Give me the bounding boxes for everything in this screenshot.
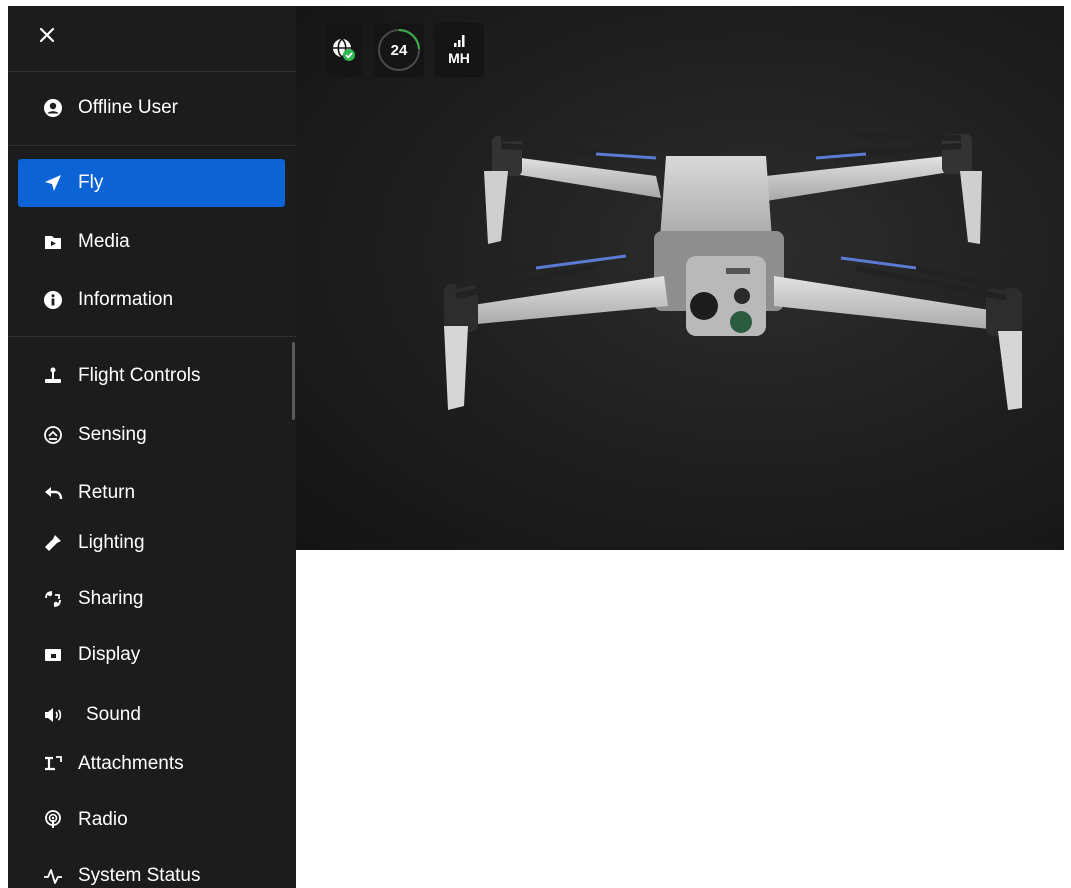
scrollbar-thumb[interactable]	[292, 342, 295, 420]
flashlight-icon	[42, 532, 64, 554]
divider	[8, 145, 296, 146]
menu-item-media-label: Media	[78, 231, 130, 252]
menu-item-display-label: Display	[78, 644, 141, 665]
drone-image	[444, 131, 1022, 410]
menu-item-sound[interactable]: Sound	[18, 691, 285, 739]
joystick-icon	[42, 365, 64, 387]
menu-item-system-status[interactable]: System Status	[18, 852, 285, 888]
display-icon	[42, 644, 64, 666]
user-circle-icon	[42, 97, 64, 119]
menu-item-fly-label: Fly	[78, 172, 104, 193]
menu-item-lighting-label: Lighting	[78, 532, 145, 553]
media-icon	[42, 231, 64, 253]
close-icon	[39, 27, 55, 43]
offline-user-item[interactable]: Offline User	[18, 84, 285, 132]
attachment-icon	[42, 753, 64, 775]
drone-view: 24 MH	[296, 6, 1064, 550]
return-arrow-icon	[42, 482, 64, 504]
menu-item-media[interactable]: Media	[18, 218, 285, 266]
close-button[interactable]	[34, 22, 60, 48]
menu-item-sensing-label: Sensing	[78, 424, 147, 445]
menu-item-flight-controls[interactable]: Flight Controls	[18, 352, 285, 400]
menu-item-return-label: Return	[78, 482, 136, 503]
menu-item-system-status-label: System Status	[78, 865, 201, 886]
menu-item-radio-label: Radio	[78, 809, 128, 830]
radio-icon	[42, 809, 64, 831]
menu-item-information[interactable]: Information	[18, 276, 285, 324]
sensing-icon	[42, 424, 64, 446]
menu-item-sharing-label: Sharing	[78, 588, 144, 609]
menu-item-information-label: Information	[78, 289, 174, 310]
side-menu: Offline User Fly Media Information Fligh…	[8, 6, 296, 888]
menu-item-fly[interactable]: Fly	[18, 159, 285, 207]
menu-item-sound-label: Sound	[86, 704, 141, 725]
pulse-icon	[42, 865, 64, 887]
menu-item-sensing[interactable]: Sensing	[18, 411, 285, 459]
menu-item-attachments-label: Attachments	[78, 753, 184, 774]
menu-item-flight-controls-label: Flight Controls	[78, 365, 201, 386]
menu-item-lighting[interactable]: Lighting	[18, 519, 285, 567]
menu-item-sharing[interactable]: Sharing	[18, 575, 285, 623]
divider	[8, 71, 296, 72]
divider	[8, 336, 296, 337]
menu-item-radio[interactable]: Radio	[18, 796, 285, 844]
info-icon	[42, 289, 64, 311]
navigation-arrow-icon	[42, 172, 64, 194]
menu-item-attachments[interactable]: Attachments	[18, 740, 285, 788]
sharing-icon	[42, 588, 64, 610]
offline-user-label: Offline User	[78, 97, 178, 118]
speaker-icon	[42, 704, 64, 726]
menu-item-display[interactable]: Display	[18, 631, 285, 679]
menu-item-return[interactable]: Return	[18, 469, 285, 517]
